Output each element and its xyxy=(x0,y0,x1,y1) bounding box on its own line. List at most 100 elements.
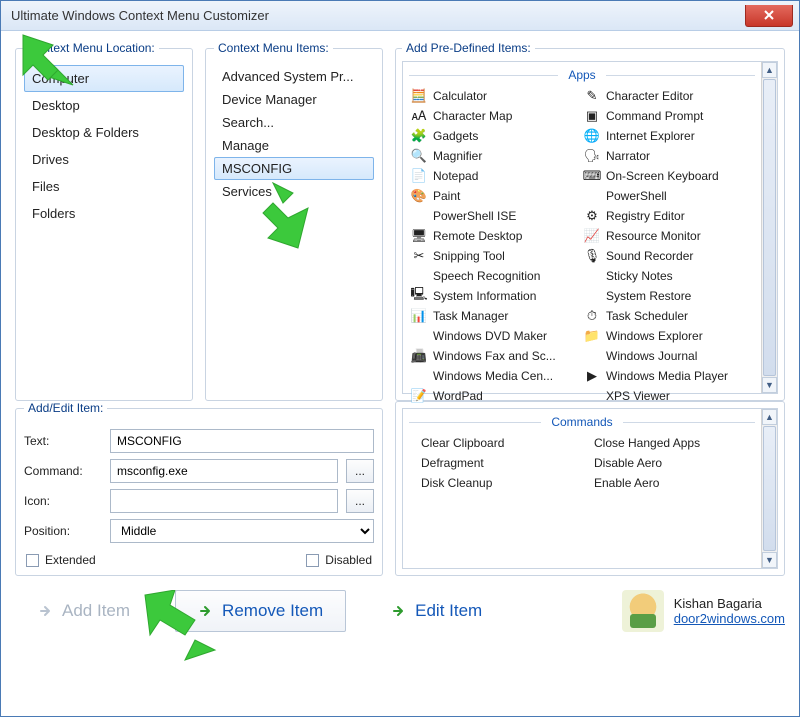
location-group: Context Menu Location: ComputerDesktopDe… xyxy=(15,41,193,401)
app-item[interactable]: 🖥Remote Desktop xyxy=(409,226,582,246)
app-label: PowerShell xyxy=(606,189,667,203)
app-item[interactable]: XPS Viewer xyxy=(582,386,755,406)
app-item[interactable]: System Restore xyxy=(582,286,755,306)
app-item[interactable]: 📠Windows Fax and Sc... xyxy=(409,346,582,366)
app-icon xyxy=(411,208,427,224)
app-item[interactable]: 🎨Paint xyxy=(409,186,582,206)
menu-item[interactable]: MSCONFIG xyxy=(214,157,374,180)
app-item[interactable]: 📄Notepad xyxy=(409,166,582,186)
checkbox-icon xyxy=(306,554,319,567)
command-browse-button[interactable]: ... xyxy=(346,459,374,483)
scrollbar[interactable]: ▲ ▼ xyxy=(761,409,777,568)
app-item[interactable]: ⚙Registry Editor xyxy=(582,206,755,226)
app-label: WordPad xyxy=(433,389,483,403)
app-item[interactable]: Speech Recognition xyxy=(409,266,582,286)
command-item[interactable]: Disk Cleanup xyxy=(409,473,582,493)
app-item[interactable]: 🗚Character Map xyxy=(409,106,582,126)
menu-item[interactable]: Device Manager xyxy=(214,88,374,111)
extended-checkbox[interactable]: Extended xyxy=(26,553,96,567)
app-label: Speech Recognition xyxy=(433,269,540,283)
remove-item-button[interactable]: Remove Item xyxy=(175,590,346,632)
icon-browse-button[interactable]: ... xyxy=(346,489,374,513)
command-item[interactable]: Defragment xyxy=(409,453,582,473)
edit-item-button[interactable]: Edit Item xyxy=(368,590,505,632)
menu-item[interactable]: Services xyxy=(214,180,374,203)
text-input[interactable] xyxy=(110,429,374,453)
app-item[interactable]: Windows DVD Maker xyxy=(409,326,582,346)
app-icon: 📈 xyxy=(584,228,600,244)
app-item[interactable]: 🗣Narrator xyxy=(582,146,755,166)
command-input[interactable] xyxy=(110,459,338,483)
app-item[interactable]: 🌐Internet Explorer xyxy=(582,126,755,146)
app-label: Calculator xyxy=(433,89,487,103)
add-item-button[interactable]: Add Item xyxy=(15,590,153,632)
app-icon xyxy=(411,328,427,344)
arrow-right-icon xyxy=(38,603,54,619)
location-item[interactable]: Drives xyxy=(24,146,184,173)
location-item[interactable]: Desktop xyxy=(24,92,184,119)
app-item[interactable]: 📁Windows Explorer xyxy=(582,326,755,346)
scroll-thumb[interactable] xyxy=(763,79,776,376)
app-icon: ✂ xyxy=(411,248,427,264)
app-item[interactable]: ⏱Task Scheduler xyxy=(582,306,755,326)
predefined-group: Add Pre-Defined Items: Apps 🧮Calculator✎… xyxy=(395,41,785,401)
app-icon xyxy=(584,268,600,284)
location-item[interactable]: Files xyxy=(24,173,184,200)
app-item[interactable]: ⌨On-Screen Keyboard xyxy=(582,166,755,186)
scrollbar[interactable]: ▲ ▼ xyxy=(761,62,777,393)
scroll-thumb[interactable] xyxy=(763,426,776,551)
menu-item[interactable]: Advanced System Pr... xyxy=(214,65,374,88)
commands-list: Clear ClipboardClose Hanged AppsDefragme… xyxy=(409,433,755,493)
app-item[interactable]: ✂Snipping Tool xyxy=(409,246,582,266)
app-item[interactable]: 📈Resource Monitor xyxy=(582,226,755,246)
app-label: Character Map xyxy=(433,109,512,123)
app-item[interactable]: Windows Journal xyxy=(582,346,755,366)
command-item[interactable]: Close Hanged Apps xyxy=(582,433,755,453)
app-item[interactable]: 🔍Magnifier xyxy=(409,146,582,166)
app-icon: 🧮 xyxy=(411,88,427,104)
app-icon xyxy=(411,368,427,384)
app-item[interactable]: ✎Character Editor xyxy=(582,86,755,106)
checkbox-icon xyxy=(26,554,39,567)
app-item[interactable]: Sticky Notes xyxy=(582,266,755,286)
menu-item[interactable]: Search... xyxy=(214,111,374,134)
app-item[interactable]: 🧮 Calculator xyxy=(409,86,582,106)
icon-input[interactable] xyxy=(110,489,338,513)
app-item[interactable]: 🖳System Information xyxy=(409,286,582,306)
scroll-up-button[interactable]: ▲ xyxy=(762,62,777,78)
location-list[interactable]: ComputerDesktopDesktop & FoldersDrivesFi… xyxy=(24,63,184,392)
menu-items-group: Context Menu Items: Advanced System Pr..… xyxy=(205,41,383,401)
app-item[interactable]: ▶Windows Media Player xyxy=(582,366,755,386)
window-title: Ultimate Windows Context Menu Customizer xyxy=(11,8,269,23)
position-label: Position: xyxy=(24,524,102,538)
app-label: Task Scheduler xyxy=(606,309,688,323)
scroll-down-button[interactable]: ▼ xyxy=(762,377,777,393)
disabled-checkbox[interactable]: Disabled xyxy=(306,553,372,567)
location-item[interactable]: Desktop & Folders xyxy=(24,119,184,146)
command-item[interactable]: Clear Clipboard xyxy=(409,433,582,453)
scroll-down-button[interactable]: ▼ xyxy=(762,552,777,568)
position-select[interactable]: Middle xyxy=(110,519,374,543)
menu-item[interactable]: Manage xyxy=(214,134,374,157)
commands-area: Commands Clear ClipboardClose Hanged App… xyxy=(403,409,761,568)
author-link[interactable]: door2windows.com xyxy=(674,611,785,626)
app-icon xyxy=(411,268,427,284)
app-item[interactable]: PowerShell xyxy=(582,186,755,206)
app-item[interactable]: Windows Media Cen... xyxy=(409,366,582,386)
location-item[interactable]: Computer xyxy=(24,65,184,92)
app-item[interactable]: 🧩Gadgets xyxy=(409,126,582,146)
menu-items-list[interactable]: Advanced System Pr...Device ManagerSearc… xyxy=(214,63,374,392)
app-icon: 🌐 xyxy=(584,128,600,144)
app-item[interactable]: 📊Task Manager xyxy=(409,306,582,326)
command-item[interactable]: Disable Aero xyxy=(582,453,755,473)
scroll-up-button[interactable]: ▲ xyxy=(762,409,777,425)
app-icon: 🖳 xyxy=(411,288,427,304)
app-item[interactable]: PowerShell ISE xyxy=(409,206,582,226)
app-item[interactable]: 📝WordPad xyxy=(409,386,582,406)
location-item[interactable]: Folders xyxy=(24,200,184,227)
app-item[interactable]: 🎙Sound Recorder xyxy=(582,246,755,266)
command-item[interactable]: Enable Aero xyxy=(582,473,755,493)
app-item[interactable]: ▣Command Prompt xyxy=(582,106,755,126)
content: Context Menu Location: ComputerDesktopDe… xyxy=(1,31,799,716)
close-button[interactable] xyxy=(745,5,793,27)
